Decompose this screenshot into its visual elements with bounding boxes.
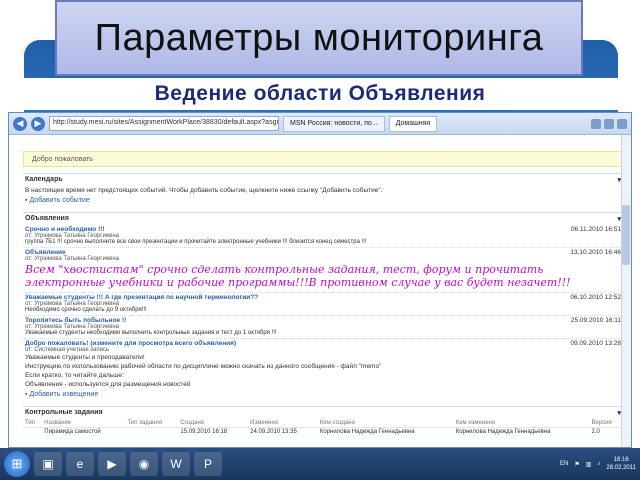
column-header[interactable]: Кем создано (317, 419, 454, 428)
explorer-icon[interactable]: ▣ (34, 452, 62, 476)
table-cell: 15.09.2010 16:18 (180, 429, 228, 435)
clock[interactable]: 16:16 28.02.2011 (606, 456, 636, 472)
volume-icon[interactable]: ♪ (597, 461, 600, 467)
announcement-item: Срочно и необходимо !!! 06.11.2010 16:51 … (23, 225, 623, 248)
announcement-body: Необходимо срочно сделать до 9 октября!!… (23, 307, 623, 316)
calendar-header: Календарь ▾ (23, 174, 623, 186)
welcome-banner: Добро пожаловать (23, 151, 623, 167)
calendar-title: Календарь (25, 176, 63, 183)
table-row[interactable]: Пирамида самостой 15.09.2010 16:18 24.09… (23, 428, 623, 437)
column-header[interactable]: Название (42, 419, 126, 428)
announcement-item: Торопитесь быть побыльное !! 25.09.2010 1… (23, 316, 623, 339)
vertical-scrollbar[interactable] (621, 135, 631, 447)
table-cell (125, 428, 178, 437)
sharepoint-page: Добро пожаловать Календарь ▾ В настоящее… (23, 143, 623, 447)
chrome-icon[interactable]: ◉ (130, 452, 158, 476)
start-button[interactable]: ⊞ (4, 451, 30, 477)
table-cell: 24.09.2010 13:35 (250, 429, 297, 435)
clock-time: 16:16 (613, 457, 629, 463)
tasks-header-row: Тип Название Тип задания Создано Изменен… (23, 419, 623, 428)
flag-icon[interactable]: ⚑ (574, 461, 579, 468)
calendar-text: В настоящее время нет предстоящих событи… (25, 187, 383, 194)
subtitle-band: Ведение области Объявления (0, 78, 640, 110)
clock-date: 28.02.2011 (606, 465, 636, 471)
add-announcement-link[interactable]: ▪ Добавить извещение (23, 389, 623, 400)
announcement-body: группа 7Б1 !!! срочно выполните все свои… (23, 239, 623, 248)
word-icon[interactable]: W (162, 452, 190, 476)
announcement-line: Объявления - используется для размещения… (25, 381, 191, 388)
add-event-link[interactable]: ▪ Добавить событие (23, 195, 623, 206)
forward-arrow-icon[interactable]: ▶ (31, 116, 45, 131)
announcements-header: Объявления ▾ (23, 213, 623, 225)
announcement-title[interactable]: Добро пожаловать! (измените для просмотр… (25, 340, 236, 347)
address-bar[interactable]: http://study.mesi.ru/sites/AssignmentWor… (49, 116, 279, 131)
scrollbar-thumb[interactable] (622, 205, 630, 265)
tasks-title: Контрольные задания (25, 409, 103, 416)
add-event-label[interactable]: Добавить событие (29, 197, 89, 204)
column-header[interactable]: Тип (23, 419, 43, 428)
table-cell[interactable]: Пирамида самостой (42, 428, 125, 437)
tasks-header: Контрольные задания ▾ (23, 407, 623, 419)
announcement-title[interactable]: Срочно и необходимо !!! (25, 226, 105, 233)
announcement-date: 09.09.2010 13:28 (570, 340, 621, 347)
column-header[interactable]: Изменено (248, 419, 318, 428)
announcements-section: Объявления ▾ Срочно и необходимо !!! 06.1… (23, 212, 623, 400)
language-indicator[interactable]: EN (560, 461, 568, 467)
table-cell: 2.0 (591, 429, 600, 435)
table-cell: Корнилова Надежда Геннадьевна (455, 429, 551, 435)
calendar-section: Календарь ▾ В настоящее время нет предст… (23, 173, 623, 206)
announcement-body: Уважаемые студенты необходимо выполнить … (23, 330, 623, 339)
column-header[interactable]: Версия (589, 419, 623, 428)
announcement-highlight: Всем "хвостистам" срочно сделать контрол… (23, 262, 623, 293)
browser-icon[interactable]: e (66, 452, 94, 476)
column-header[interactable]: Кем изменено (453, 419, 590, 428)
announcement-date: 06.11.2010 16:51 (570, 226, 621, 233)
windows-taskbar: ⊞ ▣ e ▶ ◉ W P EN ⚑ ▥ ♪ 16:16 28.02.2011 (0, 448, 640, 480)
column-header[interactable]: Тип задания (125, 419, 179, 428)
title-box: Параметры мониторинга (55, 0, 583, 76)
announcement-body: Уважаемые студенты и преподаватели! (25, 354, 145, 361)
tasks-table: Тип Название Тип задания Создано Изменен… (23, 419, 623, 436)
media-player-icon[interactable]: ▶ (98, 452, 126, 476)
tasks-section: Контрольные задания ▾ Тип Название Тип з… (23, 406, 623, 436)
announcement-date: 25.09.2010 16:11 (570, 317, 621, 324)
back-arrow-icon[interactable]: ◀ (13, 116, 27, 131)
network-icon[interactable]: ▥ (586, 461, 592, 468)
column-header[interactable]: Создано (178, 419, 249, 428)
table-cell (23, 428, 42, 437)
announcement-title[interactable]: Уважаемые студенты !!! А где презентация… (25, 294, 258, 301)
announcement-date: 06.10.2010 12:52 (570, 294, 621, 301)
slide-subtitle: Ведение области Объявления (154, 82, 486, 105)
tab-home[interactable]: Домашняя (388, 115, 438, 132)
announcement-item: Объявление 13.10.2010 16:46 от: Угрюмова … (23, 248, 623, 293)
announcement-item: Добро пожаловать! (измените для просмотр… (23, 339, 623, 389)
announcement-item: Уважаемые студенты !!! А где презентация… (23, 293, 623, 316)
browser-toolbar-icons (591, 118, 627, 129)
system-tray: EN ⚑ ▥ ♪ 16:16 28.02.2011 (560, 456, 636, 472)
add-announcement-label[interactable]: Добавить извещение (29, 391, 98, 398)
favorites-icon[interactable] (604, 118, 614, 129)
home-icon[interactable] (591, 118, 601, 129)
announcement-line: Инструкцию по использованию рабочей обла… (25, 363, 382, 370)
announcement-line: Если кратко, то читайте дальше: (25, 372, 124, 379)
announcement-title[interactable]: Торопитесь быть побыльное !! (25, 317, 126, 324)
settings-icon[interactable] (617, 118, 627, 129)
table-cell: Корнилова Надежда Геннадьевна (319, 429, 415, 435)
tab-msn[interactable]: MSN Россия: новости, по... (283, 115, 385, 132)
announcement-date: 13.10.2010 16:46 (570, 249, 621, 256)
slide-title: Параметры мониторинга (94, 16, 544, 59)
browser-tabbar: ◀ ▶ http://study.mesi.ru/sites/Assignmen… (9, 113, 631, 135)
announcements-title: Объявления (25, 215, 69, 222)
announcement-title[interactable]: Объявление (25, 249, 66, 256)
browser-window: ◀ ▶ http://study.mesi.ru/sites/Assignmen… (8, 112, 632, 448)
powerpoint-icon[interactable]: P (194, 452, 222, 476)
